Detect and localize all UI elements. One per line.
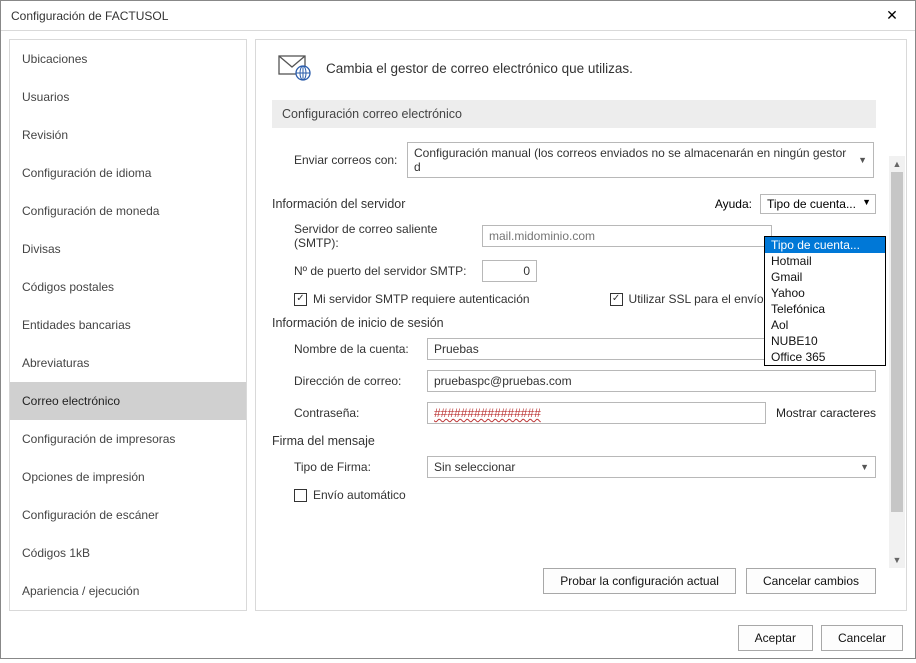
page-title: Cambia el gestor de correo electrónico q…	[326, 61, 633, 76]
account-type-value: Tipo de cuenta...	[767, 197, 856, 211]
help-label: Ayuda:	[715, 197, 752, 211]
ssl-label: Utilizar SSL para el envío de	[629, 292, 781, 306]
signature-type-row: Tipo de Firma: Sin seleccionar ▼	[272, 456, 876, 478]
dropdown-option[interactable]: Aol	[765, 317, 885, 333]
auto-send-group: Envío automático	[294, 488, 406, 502]
dropdown-option[interactable]: Hotmail	[765, 253, 885, 269]
sidebar-item-moneda[interactable]: Configuración de moneda	[10, 192, 246, 230]
sidebar: Ubicaciones Usuarios Revisión Configurac…	[9, 39, 247, 611]
smtp-label: Servidor de correo saliente (SMTP):	[272, 222, 482, 250]
server-section-title: Información del servidor	[272, 197, 405, 211]
chevron-down-icon: ▼	[862, 197, 871, 211]
help-group: Ayuda: Tipo de cuenta... ▼	[715, 194, 876, 214]
dropdown-option[interactable]: Yahoo	[765, 285, 885, 301]
account-name-label: Nombre de la cuenta:	[272, 342, 427, 356]
account-type-dropdown: Tipo de cuenta... Hotmail Gmail Yahoo Te…	[764, 236, 886, 366]
send-with-row: Enviar correos con: Configuración manual…	[272, 142, 876, 178]
port-input[interactable]	[482, 260, 537, 282]
main-panel: Cambia el gestor de correo electrónico q…	[255, 39, 907, 611]
password-value: ################	[434, 406, 541, 420]
auto-send-checkbox[interactable]	[294, 489, 307, 502]
sidebar-item-idioma[interactable]: Configuración de idioma	[10, 154, 246, 192]
password-row: Contraseña: ################ Mostrar car…	[272, 402, 876, 424]
sidebar-item-correo-electronico[interactable]: Correo electrónico	[10, 382, 246, 420]
cancel-button[interactable]: Cancelar	[821, 625, 903, 651]
dropdown-option[interactable]: Tipo de cuenta...	[765, 237, 885, 253]
send-with-label: Enviar correos con:	[272, 153, 407, 167]
smtp-input[interactable]	[482, 225, 772, 247]
smtp-auth-group: Mi servidor SMTP requiere autenticación	[294, 292, 530, 306]
dropdown-option[interactable]: Office 365	[765, 349, 885, 365]
ssl-group: Utilizar SSL para el envío de	[610, 292, 781, 306]
signature-type-select[interactable]: Sin seleccionar ▼	[427, 456, 876, 478]
email-row: Dirección de correo:	[272, 370, 876, 392]
email-input[interactable]	[427, 370, 876, 392]
sidebar-item-impresoras[interactable]: Configuración de impresoras	[10, 420, 246, 458]
dropdown-option[interactable]: NUBE10	[765, 333, 885, 349]
signature-type-label: Tipo de Firma:	[272, 460, 427, 474]
signature-type-value: Sin seleccionar	[434, 460, 515, 474]
sidebar-item-apariencia[interactable]: Apariencia / ejecución	[10, 572, 246, 610]
account-type-select[interactable]: Tipo de cuenta... ▼	[760, 194, 876, 214]
scrollbar[interactable]: ▲ ▼	[889, 156, 905, 568]
dropdown-option[interactable]: Gmail	[765, 269, 885, 285]
section-header: Configuración correo electrónico	[272, 100, 876, 128]
scroll-down-icon[interactable]: ▼	[889, 552, 905, 568]
sidebar-item-entidades-bancarias[interactable]: Entidades bancarias	[10, 306, 246, 344]
sidebar-item-opciones-impresion[interactable]: Opciones de impresión	[10, 458, 246, 496]
send-with-value: Configuración manual (los correos enviad…	[414, 146, 852, 174]
port-label: Nº de puerto del servidor SMTP:	[272, 264, 482, 278]
password-input[interactable]: ################	[427, 402, 766, 424]
send-with-select[interactable]: Configuración manual (los correos enviad…	[407, 142, 874, 178]
auto-send-row: Envío automático	[272, 488, 876, 502]
show-characters-link[interactable]: Mostrar caracteres	[766, 406, 876, 420]
dialog-footer: Aceptar Cancelar	[1, 615, 915, 663]
window-title: Configuración de FACTUSOL	[11, 9, 869, 23]
dropdown-option[interactable]: Telefónica	[765, 301, 885, 317]
titlebar: Configuración de FACTUSOL ✕	[1, 1, 915, 31]
page-header: Cambia el gestor de correo electrónico q…	[272, 54, 876, 82]
cancel-changes-button[interactable]: Cancelar cambios	[746, 568, 876, 594]
chevron-down-icon: ▼	[860, 462, 869, 472]
dialog-body: Ubicaciones Usuarios Revisión Configurac…	[1, 31, 915, 611]
ok-button[interactable]: Aceptar	[738, 625, 813, 651]
sidebar-item-codigos-postales[interactable]: Códigos postales	[10, 268, 246, 306]
sidebar-item-ubicaciones[interactable]: Ubicaciones	[10, 40, 246, 78]
email-label: Dirección de correo:	[272, 374, 427, 388]
scroll-up-icon[interactable]: ▲	[889, 156, 905, 172]
auto-send-label: Envío automático	[313, 488, 406, 502]
close-button[interactable]: ✕	[869, 1, 915, 31]
signature-section-title: Firma del mensaje	[272, 434, 876, 448]
sidebar-item-usuarios[interactable]: Usuarios	[10, 78, 246, 116]
scroll-thumb[interactable]	[891, 172, 903, 512]
sidebar-item-escaner[interactable]: Configuración de escáner	[10, 496, 246, 534]
dialog-window: Configuración de FACTUSOL ✕ Ubicaciones …	[0, 0, 916, 659]
sidebar-item-codigos-1kb[interactable]: Códigos 1kB	[10, 534, 246, 572]
main-action-buttons: Probar la configuración actual Cancelar …	[272, 562, 894, 598]
sidebar-item-abreviaturas[interactable]: Abreviaturas	[10, 344, 246, 382]
sidebar-item-revision[interactable]: Revisión	[10, 116, 246, 154]
chevron-down-icon: ▼	[858, 155, 867, 165]
sidebar-item-divisas[interactable]: Divisas	[10, 230, 246, 268]
server-title-row: Información del servidor Ayuda: Tipo de …	[272, 194, 876, 214]
smtp-auth-label: Mi servidor SMTP requiere autenticación	[313, 292, 530, 306]
ssl-checkbox[interactable]	[610, 293, 623, 306]
smtp-auth-checkbox[interactable]	[294, 293, 307, 306]
test-config-button[interactable]: Probar la configuración actual	[543, 568, 736, 594]
mail-globe-icon	[278, 54, 312, 82]
password-label: Contraseña:	[272, 406, 427, 420]
